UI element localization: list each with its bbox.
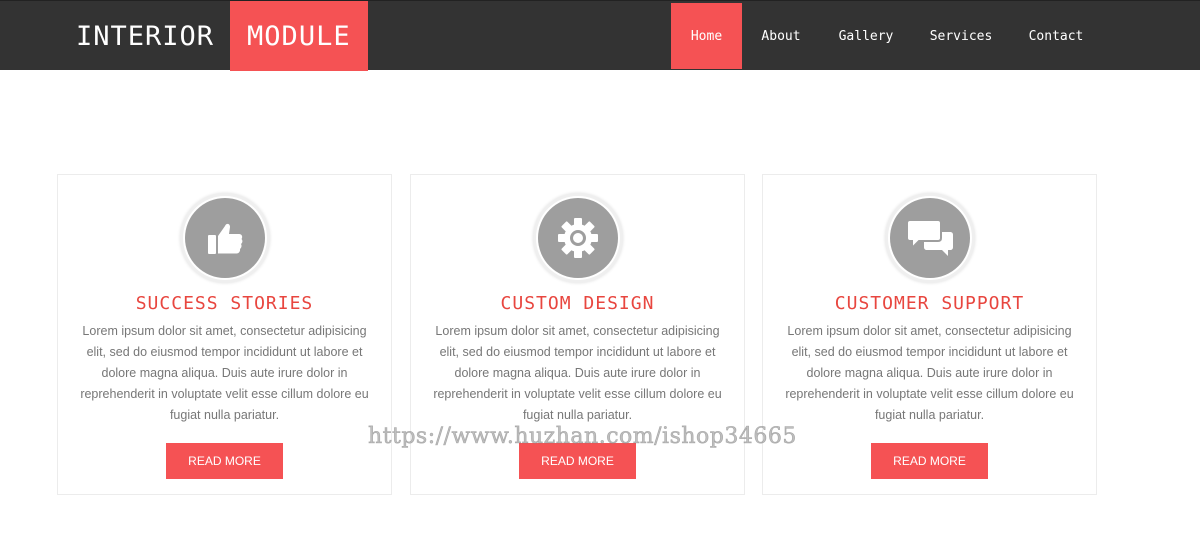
icon-ring <box>885 193 975 283</box>
card-description: Lorem ipsum dolor sit amet, consectetur … <box>80 324 369 422</box>
read-more-button[interactable]: READ MORE <box>871 443 988 479</box>
read-more-button[interactable]: READ MORE <box>166 443 283 479</box>
site-logo[interactable]: INTERIOR MODULE <box>60 1 368 71</box>
card-title: SUCCESS STORIES <box>135 293 314 314</box>
logo-text-primary: INTERIOR <box>76 20 215 52</box>
nav-item-gallery[interactable]: Gallery <box>820 3 912 69</box>
main-nav: Home About Gallery Services Contact <box>671 3 1102 69</box>
nav-item-about[interactable]: About <box>742 3 820 69</box>
icon-ring <box>180 193 270 283</box>
feature-card-success-stories: SUCCESS STORIES Lorem ipsum dolor sit am… <box>57 174 392 495</box>
icon-ring <box>533 193 623 283</box>
nav-item-services[interactable]: Services <box>912 3 1010 69</box>
card-title: CUSTOMER SUPPORT <box>834 293 1025 314</box>
feature-card-customer-support: CUSTOMER SUPPORT Lorem ipsum dolor sit a… <box>762 174 1097 495</box>
card-description: Lorem ipsum dolor sit amet, consectetur … <box>785 324 1074 422</box>
nav-item-home[interactable]: Home <box>671 3 742 69</box>
feature-card-custom-design: CUSTOM DESIGN Lorem ipsum dolor sit amet… <box>410 174 745 495</box>
page: INTERIOR MODULE Home About Gallery Servi… <box>0 0 1200 554</box>
site-header: INTERIOR MODULE Home About Gallery Servi… <box>0 0 1200 71</box>
chat-bubbles-icon <box>890 198 970 278</box>
thumbs-up-icon <box>185 198 265 278</box>
gear-icon <box>538 198 618 278</box>
card-title: CUSTOM DESIGN <box>500 293 655 314</box>
nav-item-contact[interactable]: Contact <box>1010 3 1102 69</box>
card-description: Lorem ipsum dolor sit amet, consectetur … <box>433 324 722 422</box>
read-more-button[interactable]: READ MORE <box>519 443 636 479</box>
logo-text-accent: MODULE <box>230 1 368 71</box>
